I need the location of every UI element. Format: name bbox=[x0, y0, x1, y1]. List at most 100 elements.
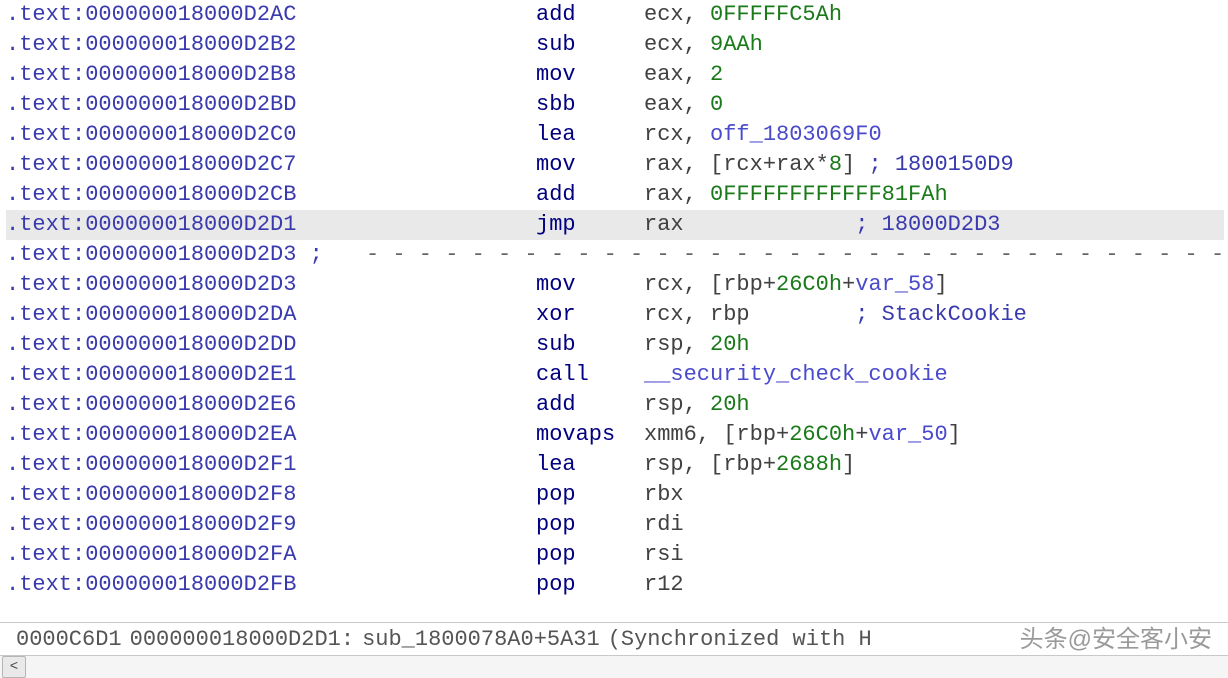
token-reg: xmm6 bbox=[644, 422, 697, 447]
disasm-row[interactable]: .text:000000018000D2C0learcx, off_180306… bbox=[6, 120, 1224, 150]
operands: rdi bbox=[644, 510, 1224, 540]
operands: rax, 0FFFFFFFFFFFF81FAh bbox=[644, 180, 1224, 210]
token-pn: , bbox=[684, 92, 710, 117]
token-cmt: ; 18000D2D3 bbox=[855, 212, 1000, 237]
token-reg: rcx bbox=[644, 302, 684, 327]
watermark-text: 头条@安全客小安 bbox=[1020, 625, 1212, 655]
status-bar: 0000C6D1 000000018000D2D1: sub_1800078A0… bbox=[0, 622, 1228, 655]
separator-row: .text:000000018000D2D3 ; - - - - - - - -… bbox=[6, 240, 1224, 270]
mnemonic: mov bbox=[536, 150, 644, 180]
token-pn: + bbox=[855, 422, 868, 447]
disasm-row[interactable]: .text:000000018000D2EAmovapsxmm6, [rbp+2… bbox=[6, 420, 1224, 450]
disasm-row[interactable]: .text:000000018000D2ACaddecx, 0FFFFFC5Ah bbox=[6, 0, 1224, 30]
token-sym: var_58 bbox=[855, 272, 934, 297]
disassembly-listing[interactable]: .text:000000018000D2ACaddecx, 0FFFFFC5Ah… bbox=[0, 0, 1228, 622]
mnemonic: sub bbox=[536, 30, 644, 60]
token-pn: , bbox=[684, 392, 710, 417]
address-label: .text:000000018000D2F1 bbox=[6, 450, 536, 480]
disasm-row[interactable]: .text:000000018000D2F1learsp, [rbp+2688h… bbox=[6, 450, 1224, 480]
token-pad bbox=[684, 212, 856, 237]
token-reg: rsp bbox=[644, 452, 684, 477]
disasm-row[interactable]: .text:000000018000D2F8poprbx bbox=[6, 480, 1224, 510]
mnemonic: sub bbox=[536, 330, 644, 360]
token-pad bbox=[750, 302, 856, 327]
token-pn: * bbox=[816, 152, 829, 177]
disasm-row[interactable]: .text:000000018000D2DDsubrsp, 20h bbox=[6, 330, 1224, 360]
token-reg: rsp bbox=[644, 392, 684, 417]
disasm-row[interactable]: .text:000000018000D2FApoprsi bbox=[6, 540, 1224, 570]
disasm-row[interactable]: .text:000000018000D2CBaddrax, 0FFFFFFFFF… bbox=[6, 180, 1224, 210]
status-symbol: sub_1800078A0+5A31 bbox=[362, 625, 600, 655]
token-pn: , bbox=[684, 182, 710, 207]
status-address: 000000018000D2D1: bbox=[130, 625, 354, 655]
disasm-row[interactable]: .text:000000018000D2D1jmprax ; 18000D2D3 bbox=[6, 210, 1224, 240]
address-label: .text:000000018000D2D3 bbox=[6, 270, 536, 300]
mnemonic: pop bbox=[536, 510, 644, 540]
disasm-row[interactable]: .text:000000018000D2BDsbbeax, 0 bbox=[6, 90, 1224, 120]
token-num: 20h bbox=[710, 392, 750, 417]
operands: xmm6, [rbp+26C0h+var_50] bbox=[644, 420, 1224, 450]
address-label: .text:000000018000D2C7 bbox=[6, 150, 536, 180]
address-label: .text:000000018000D2EA bbox=[6, 420, 536, 450]
operands: rcx, [rbp+26C0h+var_58] bbox=[644, 270, 1224, 300]
token-num: 26C0h bbox=[776, 272, 842, 297]
token-pn: , bbox=[684, 332, 710, 357]
token-pn: ] bbox=[934, 272, 947, 297]
operands: rsp, 20h bbox=[644, 330, 1224, 360]
token-reg: rdi bbox=[644, 512, 684, 537]
operands: __security_check_cookie bbox=[644, 360, 1224, 390]
disasm-row[interactable]: .text:000000018000D2C7movrax, [rcx+rax*8… bbox=[6, 150, 1224, 180]
disasm-row[interactable]: .text:000000018000D2D3movrcx, [rbp+26C0h… bbox=[6, 270, 1224, 300]
horizontal-scrollbar[interactable]: < bbox=[0, 655, 1228, 678]
token-num: 2688h bbox=[776, 452, 842, 477]
token-reg: rbp bbox=[736, 422, 776, 447]
address-label: .text:000000018000D2E1 bbox=[6, 360, 536, 390]
address-label: .text:000000018000D2D1 bbox=[6, 210, 536, 240]
address-label: .text:000000018000D2DA bbox=[6, 300, 536, 330]
address-label: .text:000000018000D2DD bbox=[6, 330, 536, 360]
token-num: 26C0h bbox=[789, 422, 855, 447]
token-reg: rbp bbox=[723, 272, 763, 297]
token-reg: rcx bbox=[644, 272, 684, 297]
scroll-left-button[interactable]: < bbox=[2, 656, 26, 678]
token-num: 0FFFFFFFFFFFF81FAh bbox=[710, 182, 948, 207]
scroll-track[interactable] bbox=[28, 659, 1228, 675]
operands: rsi bbox=[644, 540, 1224, 570]
token-pn: , bbox=[684, 32, 710, 57]
disasm-row[interactable]: .text:000000018000D2F9poprdi bbox=[6, 510, 1224, 540]
token-sym: off_1803069F0 bbox=[710, 122, 882, 147]
mnemonic: call bbox=[536, 360, 644, 390]
token-reg: rax bbox=[644, 182, 684, 207]
disasm-row[interactable]: .text:000000018000D2FBpopr12 bbox=[6, 570, 1224, 600]
token-reg: eax bbox=[644, 62, 684, 87]
token-sym: var_50 bbox=[868, 422, 947, 447]
disasm-row[interactable]: .text:000000018000D2B2subecx, 9AAh bbox=[6, 30, 1224, 60]
operands: rsp, 20h bbox=[644, 390, 1224, 420]
mnemonic: sbb bbox=[536, 90, 644, 120]
disasm-row[interactable]: .text:000000018000D2E6addrsp, 20h bbox=[6, 390, 1224, 420]
mnemonic: mov bbox=[536, 60, 644, 90]
token-pn: + bbox=[763, 452, 776, 477]
token-pn: , [ bbox=[697, 422, 737, 447]
address-label: .text:000000018000D2BD bbox=[6, 90, 536, 120]
token-reg: ecx bbox=[644, 2, 684, 27]
address-label: .text:000000018000D2E6 bbox=[6, 390, 536, 420]
token-cmt: ; StackCookie bbox=[855, 302, 1027, 327]
mnemonic: mov bbox=[536, 270, 644, 300]
token-reg: rsp bbox=[644, 332, 684, 357]
token-reg: rax bbox=[644, 152, 684, 177]
operands: r12 bbox=[644, 570, 1224, 600]
address-label: .text:000000018000D2B8 bbox=[6, 60, 536, 90]
operands: rsp, [rbp+2688h] bbox=[644, 450, 1224, 480]
operands: ecx, 0FFFFFC5Ah bbox=[644, 0, 1224, 30]
disasm-row[interactable]: .text:000000018000D2B8moveax, 2 bbox=[6, 60, 1224, 90]
disasm-row[interactable]: .text:000000018000D2DAxorrcx, rbp ; Stac… bbox=[6, 300, 1224, 330]
mnemonic: jmp bbox=[536, 210, 644, 240]
disasm-row[interactable]: .text:000000018000D2E1call__security_che… bbox=[6, 360, 1224, 390]
mnemonic: pop bbox=[536, 570, 644, 600]
token-reg: rax bbox=[776, 152, 816, 177]
token-pn: , [ bbox=[684, 272, 724, 297]
token-num: 9AAh bbox=[710, 32, 763, 57]
operands: ecx, 9AAh bbox=[644, 30, 1224, 60]
operands: rax ; 18000D2D3 bbox=[644, 210, 1224, 240]
